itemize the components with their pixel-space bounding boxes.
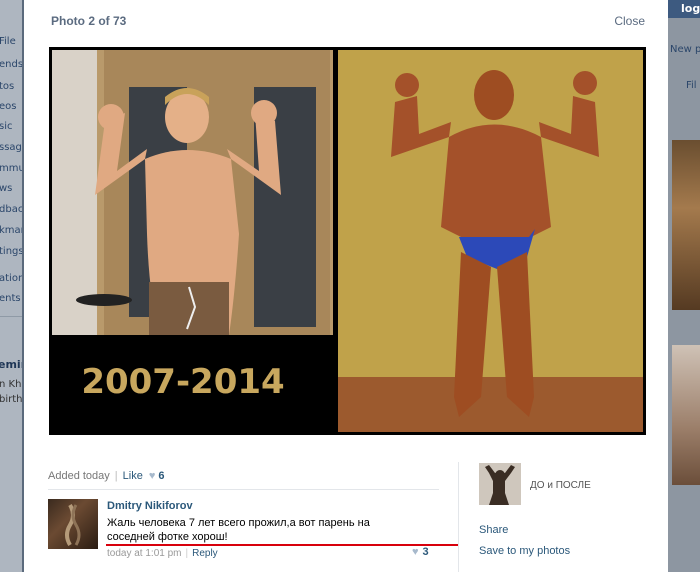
bodybuilder-icon <box>485 465 515 505</box>
bg-menu-item: kmar <box>0 225 22 236</box>
bg-new-post: New po <box>670 44 700 55</box>
background-right-column: log New po Fil <box>668 0 700 572</box>
bg-user-info: n Kha birtho <box>0 377 22 407</box>
bg-filter: Fil <box>686 80 697 91</box>
photo-illustration: 2007-2014 <box>49 47 643 435</box>
close-button[interactable]: Close <box>614 14 645 28</box>
bg-menu-item: eos <box>0 101 17 112</box>
bg-login-link: log <box>681 2 700 15</box>
meta-separator: | <box>114 470 118 482</box>
photo-counter: Photo 2 of 73 <box>51 14 127 28</box>
save-to-my-photos-button[interactable]: Save to my photos <box>479 545 570 557</box>
bg-menu-item: mmu <box>0 163 22 174</box>
photo-image[interactable]: 2007-2014 <box>49 47 646 435</box>
bg-top-bar: log <box>668 0 700 18</box>
divider <box>48 489 439 490</box>
comment-separator: | <box>185 548 189 559</box>
comment-footer: today at 1:01 pm | Reply <box>107 548 218 559</box>
heart-icon: ♥ <box>412 546 419 558</box>
comment-author[interactable]: Dmitry Nikiforov <box>107 500 193 512</box>
bg-menu-item: ends <box>0 59 22 70</box>
bg-menu-item: tings <box>0 246 22 257</box>
like-count[interactable]: 6 <box>158 470 164 482</box>
bg-menu-item: dbac <box>0 204 22 215</box>
album-name[interactable]: ДО и ПОСЛЕ <box>530 480 591 491</box>
background-left-menu: File ends tos eos sic ssage mmu ws dbac … <box>0 0 22 572</box>
bg-divider <box>0 316 22 317</box>
wall <box>52 50 97 335</box>
bg-thumbnail <box>672 140 700 310</box>
bicycle-seat <box>76 294 132 306</box>
bg-menu-item: sic <box>0 121 13 132</box>
comment-like-count: 3 <box>422 546 429 558</box>
photo-divider <box>335 47 338 435</box>
photo-meta: Added today | Like ♥ 6 <box>48 470 164 482</box>
chain-icon <box>65 503 81 547</box>
bg-menu-item: ations <box>0 273 22 284</box>
added-date: Added today <box>48 470 110 482</box>
photo-viewer: Photo 2 of 73 Close 2007-2014 Added toda… <box>24 0 668 572</box>
comment-likes[interactable]: ♥ 3 <box>412 546 429 558</box>
bg-menu-item: tos <box>0 81 15 92</box>
bg-menu-item: ssage <box>0 142 22 153</box>
bg-menu-item: ws <box>0 183 13 194</box>
comment-text: Жаль человека 7 лет всего прожил,а вот п… <box>107 517 370 543</box>
commenter-avatar[interactable] <box>48 499 98 549</box>
heart-icon[interactable]: ♥ <box>149 470 156 482</box>
highlight-underline <box>106 544 458 546</box>
floor <box>338 377 643 432</box>
bg-user-name: emir <box>0 358 22 371</box>
bg-user-info-line: birtho <box>0 394 22 405</box>
share-button[interactable]: Share <box>479 524 508 536</box>
bg-user-info-line: n Kha <box>0 379 22 390</box>
photo-caption: 2007-2014 <box>81 362 284 402</box>
reply-button[interactable]: Reply <box>192 548 218 559</box>
column-divider <box>458 462 459 572</box>
bg-menu-item: ents <box>0 293 21 304</box>
like-button[interactable]: Like <box>123 470 143 482</box>
bg-thumbnail <box>672 345 700 485</box>
comment-time[interactable]: today at 1:01 pm <box>107 548 182 559</box>
album-thumbnail[interactable] <box>479 463 521 505</box>
bg-menu-item: File <box>0 36 16 47</box>
